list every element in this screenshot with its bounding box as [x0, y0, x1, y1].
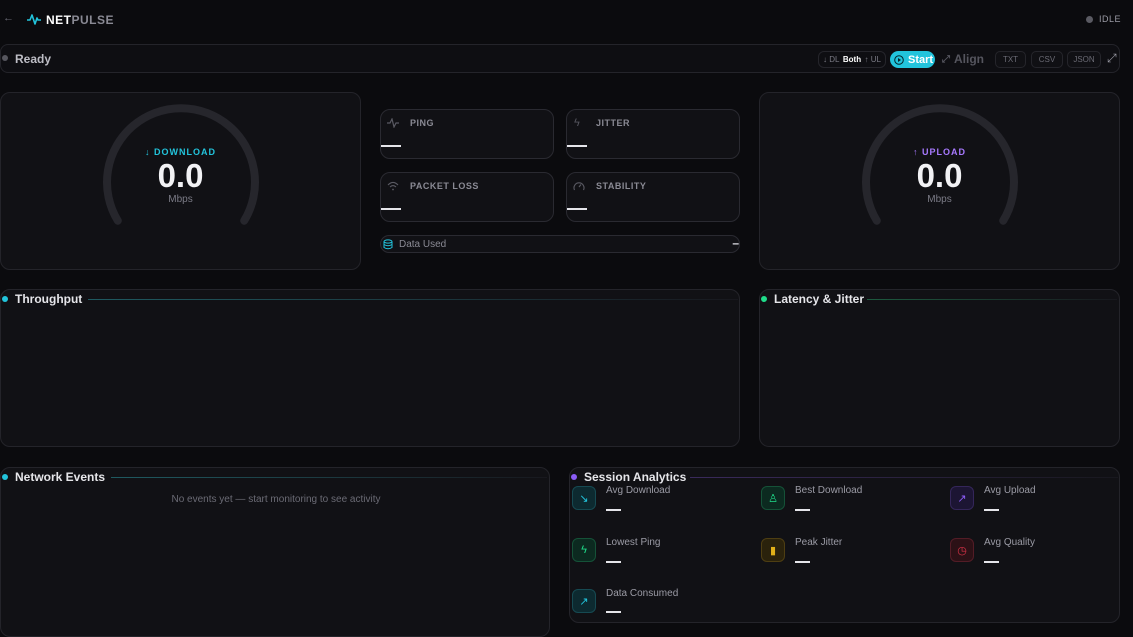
jitter-label: JITTER [596, 118, 631, 128]
status-label: IDLE [1098, 14, 1121, 24]
data-used-label: Data Used [399, 239, 447, 250]
align-button-label: Align [954, 52, 984, 66]
mode-download-option[interactable]: ↓ DL [823, 55, 839, 64]
fullscreen-icon[interactable]: ⤢ [1107, 51, 1117, 66]
jitter-card: ϟ JITTER [566, 109, 740, 159]
download-value: 0.0 [157, 157, 204, 194]
avg-quality-label: Avg Quality [984, 537, 1035, 548]
ping-card: PING [380, 109, 554, 159]
status-dot-icon [1085, 15, 1093, 23]
arrow-left-icon[interactable]: ← [3, 12, 14, 24]
award-icon: ♙ [761, 486, 785, 510]
lowest-ping-label: Lowest Ping [606, 537, 661, 548]
start-button-label: Start [908, 53, 934, 66]
database-icon [383, 239, 393, 250]
throughput-panel: Throughput [0, 289, 740, 447]
latency-divider [867, 299, 1117, 300]
control-toolbar: Ready ↓ DL Both ↑ UL Start ⤢ Align TXT C… [0, 44, 1120, 73]
ping-label: PING [410, 118, 435, 128]
zap-icon: ϟ [574, 117, 580, 129]
network-events-panel: Network Events No events yet — start mon… [0, 467, 550, 637]
brand-name-part2: PULSE [71, 13, 115, 27]
packet-loss-value-placeholder [381, 208, 401, 210]
clock-icon: ◷ [950, 538, 974, 562]
download-gauge-card: ↓ DOWNLOAD 0.0 Mbps [0, 92, 361, 270]
app-logo: NETPULSE [46, 13, 114, 27]
download-arrow-icon: ↓ [144, 147, 151, 157]
peak-jitter-value-placeholder [795, 561, 810, 563]
expand-arrows-icon: ⤢ [942, 53, 950, 65]
latency-jitter-panel: Latency & Jitter [759, 289, 1120, 447]
session-analytics-panel: Session Analytics ↘ Avg Download ♙ Best … [569, 467, 1120, 623]
ping-value-placeholder [381, 145, 401, 147]
data-used-bar: Data Used – [380, 235, 740, 253]
export-json-button[interactable]: JSON [1067, 51, 1101, 68]
zap-icon: ϟ [572, 538, 596, 562]
jitter-value-placeholder [567, 145, 587, 147]
avg-download-label: Avg Download [606, 485, 671, 496]
avg-quality-value-placeholder [984, 561, 999, 563]
data-consumed-label: Data Consumed [606, 588, 679, 599]
export-csv-button[interactable]: CSV [1031, 51, 1063, 68]
wifi-icon [387, 181, 399, 191]
gauge-icon [573, 182, 585, 191]
packet-loss-card: PACKET LOSS [380, 172, 554, 222]
events-empty-message: No events yet — start monitoring to see … [171, 494, 381, 505]
export-txt-button[interactable]: TXT [995, 51, 1026, 68]
peak-jitter-label: Peak Jitter [795, 537, 843, 548]
export-csv-label: CSV [1038, 55, 1056, 64]
packet-loss-label: PACKET LOSS [410, 181, 479, 191]
latency-dot-icon [761, 296, 767, 302]
throughput-dot-icon [2, 296, 8, 302]
stability-card: STABILITY [566, 172, 740, 222]
top-bar: ← NETPULSE IDLE [0, 0, 1133, 40]
status-text: Ready [15, 52, 52, 66]
activity-icon [387, 118, 399, 128]
start-button[interactable]: Start [890, 51, 935, 68]
best-download-label: Best Download [795, 485, 863, 496]
upload-arrow-icon: ↑ [912, 147, 919, 157]
mode-both-option[interactable]: Both [843, 55, 861, 64]
data-consumed-value-placeholder [606, 611, 621, 613]
trending-down-icon: ↘ [572, 486, 596, 510]
export-txt-label: TXT [1002, 55, 1019, 64]
stability-value-placeholder [567, 208, 587, 210]
download-label: ↓ DOWNLOAD [1, 147, 360, 157]
upload-label: ↑ UPLOAD [760, 147, 1119, 157]
throughput-divider [88, 299, 738, 300]
download-unit: Mbps [168, 194, 193, 205]
download-label-text: DOWNLOAD [154, 147, 216, 157]
analytics-title: Session Analytics [584, 470, 687, 484]
lowest-ping-value-placeholder [606, 561, 621, 563]
connection-status-badge: IDLE [1085, 14, 1121, 24]
upload-gauge-card: ↑ UPLOAD 0.0 Mbps [759, 92, 1120, 270]
test-mode-selector: ↓ DL Both ↑ UL [818, 51, 886, 68]
upload-value: 0.0 [916, 157, 963, 194]
analytics-dot-icon [571, 474, 577, 480]
bar-chart-icon: ▮ [761, 538, 785, 562]
avg-upload-label: Avg Upload [984, 485, 1036, 496]
throughput-title: Throughput [15, 292, 83, 306]
brand-name-part1: NET [46, 13, 72, 27]
events-title: Network Events [15, 470, 106, 484]
events-dot-icon [2, 474, 8, 480]
mode-upload-option[interactable]: ↑ UL [865, 55, 881, 64]
data-used-value: – [732, 236, 739, 250]
align-button[interactable]: ⤢ Align [942, 52, 984, 66]
pulse-icon [27, 14, 41, 25]
events-divider [111, 477, 547, 478]
analytics-divider [690, 477, 1118, 478]
best-download-value-placeholder [795, 509, 810, 511]
ready-dot-icon [2, 55, 8, 61]
trending-up-icon: ↗ [572, 589, 596, 613]
avg-upload-value-placeholder [984, 509, 999, 511]
trending-up-icon: ↗ [950, 486, 974, 510]
upload-label-text: UPLOAD [922, 147, 966, 157]
stability-label: STABILITY [596, 181, 647, 191]
export-json-label: JSON [1073, 55, 1095, 64]
avg-download-value-placeholder [606, 509, 621, 511]
latency-title: Latency & Jitter [774, 292, 865, 306]
play-icon [894, 54, 904, 65]
upload-unit: Mbps [927, 194, 952, 205]
